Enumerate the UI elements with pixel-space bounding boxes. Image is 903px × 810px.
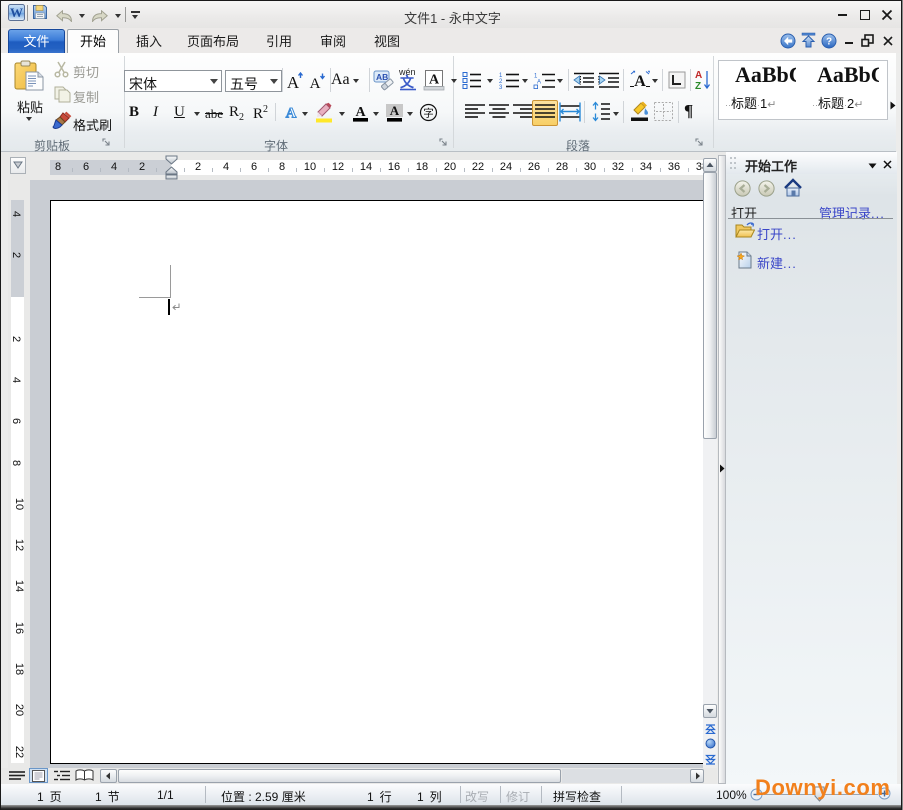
svg-text:文: 文 — [400, 74, 415, 90]
svg-text:A: A — [286, 106, 297, 122]
svg-text:A: A — [310, 76, 321, 91]
svg-text:A: A — [287, 73, 300, 91]
svg-text:字: 字 — [423, 107, 434, 120]
svg-text:A: A — [634, 73, 646, 90]
svg-text:3: 3 — [499, 85, 503, 90]
svg-text:AB: AB — [376, 72, 388, 82]
svg-text:A: A — [537, 80, 541, 86]
svg-text:W: W — [10, 5, 23, 20]
svg-text:A: A — [355, 105, 366, 120]
svg-text:A: A — [429, 73, 440, 88]
svg-text:A: A — [390, 103, 400, 118]
svg-text:A: A — [695, 70, 702, 81]
svg-text:?: ? — [826, 37, 832, 48]
svg-text:Z: Z — [695, 81, 701, 91]
